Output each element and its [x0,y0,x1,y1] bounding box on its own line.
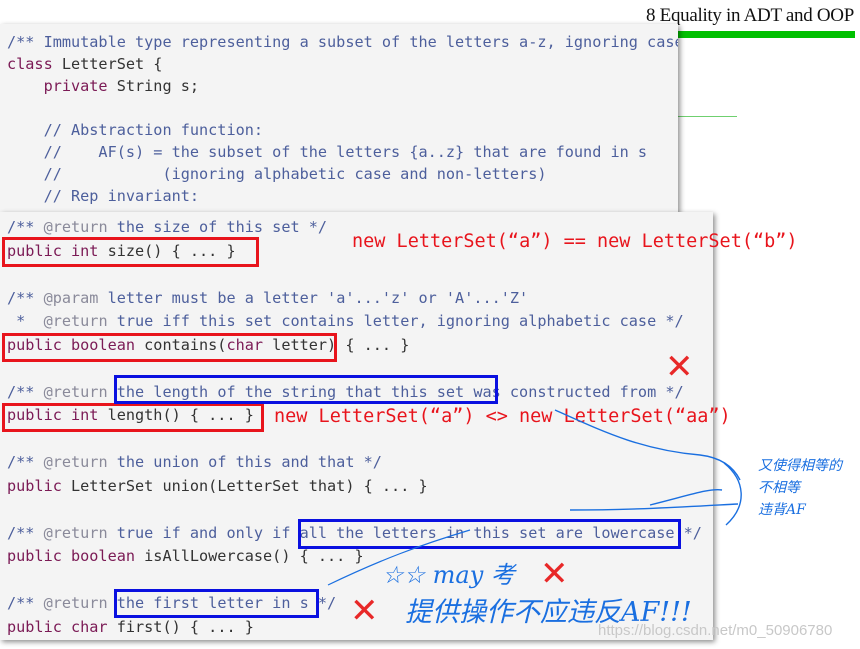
side-note: 又使得相等的 不相等 违背AF [758,458,842,518]
handwritten-arrows [327,409,742,586]
exam-note: ☆☆ may 考 [382,561,515,589]
watermark: https://blog.csdn.net/m0_50906780 [598,622,833,639]
